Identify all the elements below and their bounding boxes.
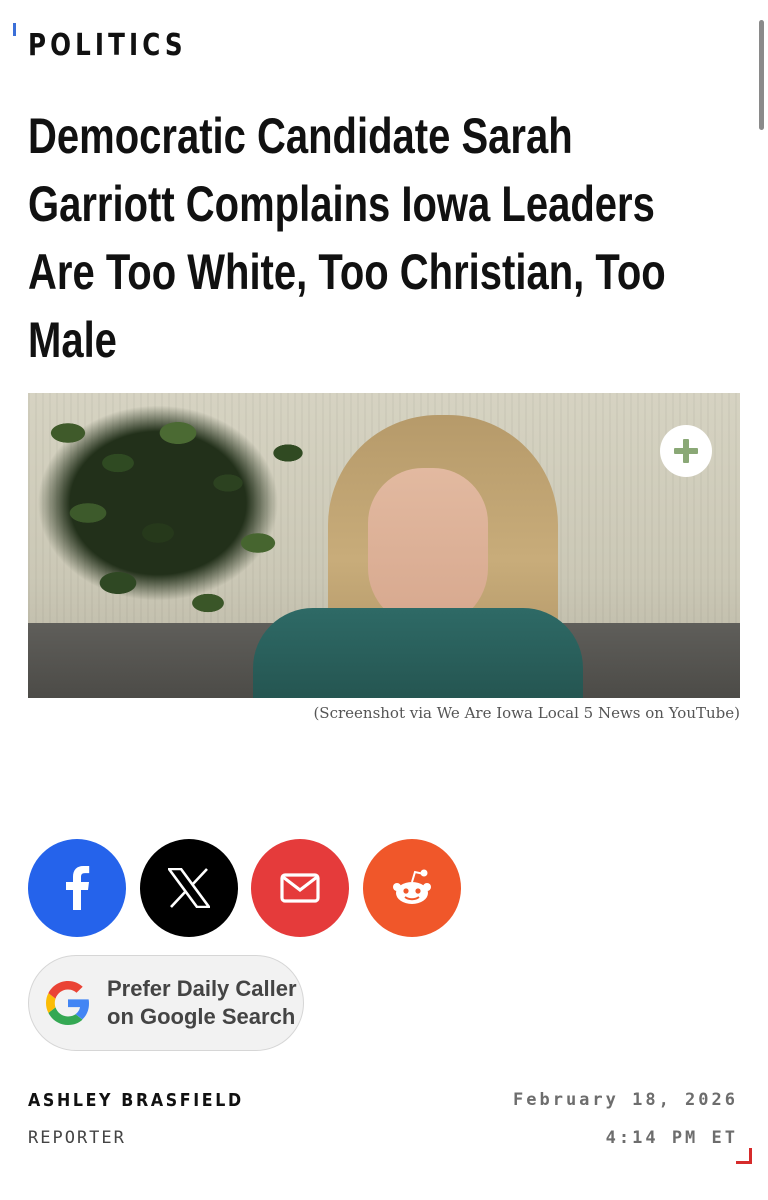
corner-accent xyxy=(736,1148,752,1164)
share-email-button[interactable] xyxy=(251,839,349,937)
prefer-label-line: on Google Search xyxy=(107,1004,296,1029)
headline-line: Male xyxy=(28,312,117,368)
category-link[interactable]: POLITICS xyxy=(28,28,187,63)
share-facebook-button[interactable] xyxy=(28,839,126,937)
photo-subject-face xyxy=(368,468,488,628)
publish-date: February 18, 2026 xyxy=(513,1090,738,1110)
scrollbar[interactable] xyxy=(759,20,764,130)
article-page: POLITICS Democratic Candidate Sarah Garr… xyxy=(0,0,768,1200)
author-name[interactable]: ASHLEY BRASFIELD xyxy=(28,1090,244,1111)
email-icon xyxy=(280,873,320,903)
photo-subject-jacket xyxy=(253,608,583,698)
image-caption: (Screenshot via We Are Iowa Local 5 News… xyxy=(313,704,740,722)
publish-time: 4:14 PM ET xyxy=(605,1128,738,1148)
author-role: REPORTER xyxy=(28,1128,126,1148)
photo-plant xyxy=(28,393,328,643)
article-headline: Democratic Candidate Sarah Garriott Comp… xyxy=(28,102,700,374)
headline-line: Garriott Complains Iowa Leaders xyxy=(28,176,655,232)
headline-line: Democratic Candidate Sarah xyxy=(28,108,573,164)
article-photo xyxy=(28,393,740,698)
reddit-icon xyxy=(393,869,431,904)
share-x-button[interactable] xyxy=(140,839,238,937)
prefer-label-line: Prefer Daily Caller xyxy=(107,976,297,1001)
prefer-label: Prefer Daily Caller on Google Search xyxy=(107,975,297,1031)
accent-marker xyxy=(13,23,16,36)
expand-image-button[interactable] xyxy=(660,425,712,477)
facebook-icon xyxy=(66,866,90,910)
x-icon xyxy=(168,868,210,908)
google-icon xyxy=(46,981,89,1025)
plus-circle-icon xyxy=(674,439,698,463)
share-reddit-button[interactable] xyxy=(363,839,461,937)
prefer-on-google-button[interactable]: Prefer Daily Caller on Google Search xyxy=(28,955,304,1051)
headline-line: Are Too White, Too Christian, Too xyxy=(28,244,666,300)
